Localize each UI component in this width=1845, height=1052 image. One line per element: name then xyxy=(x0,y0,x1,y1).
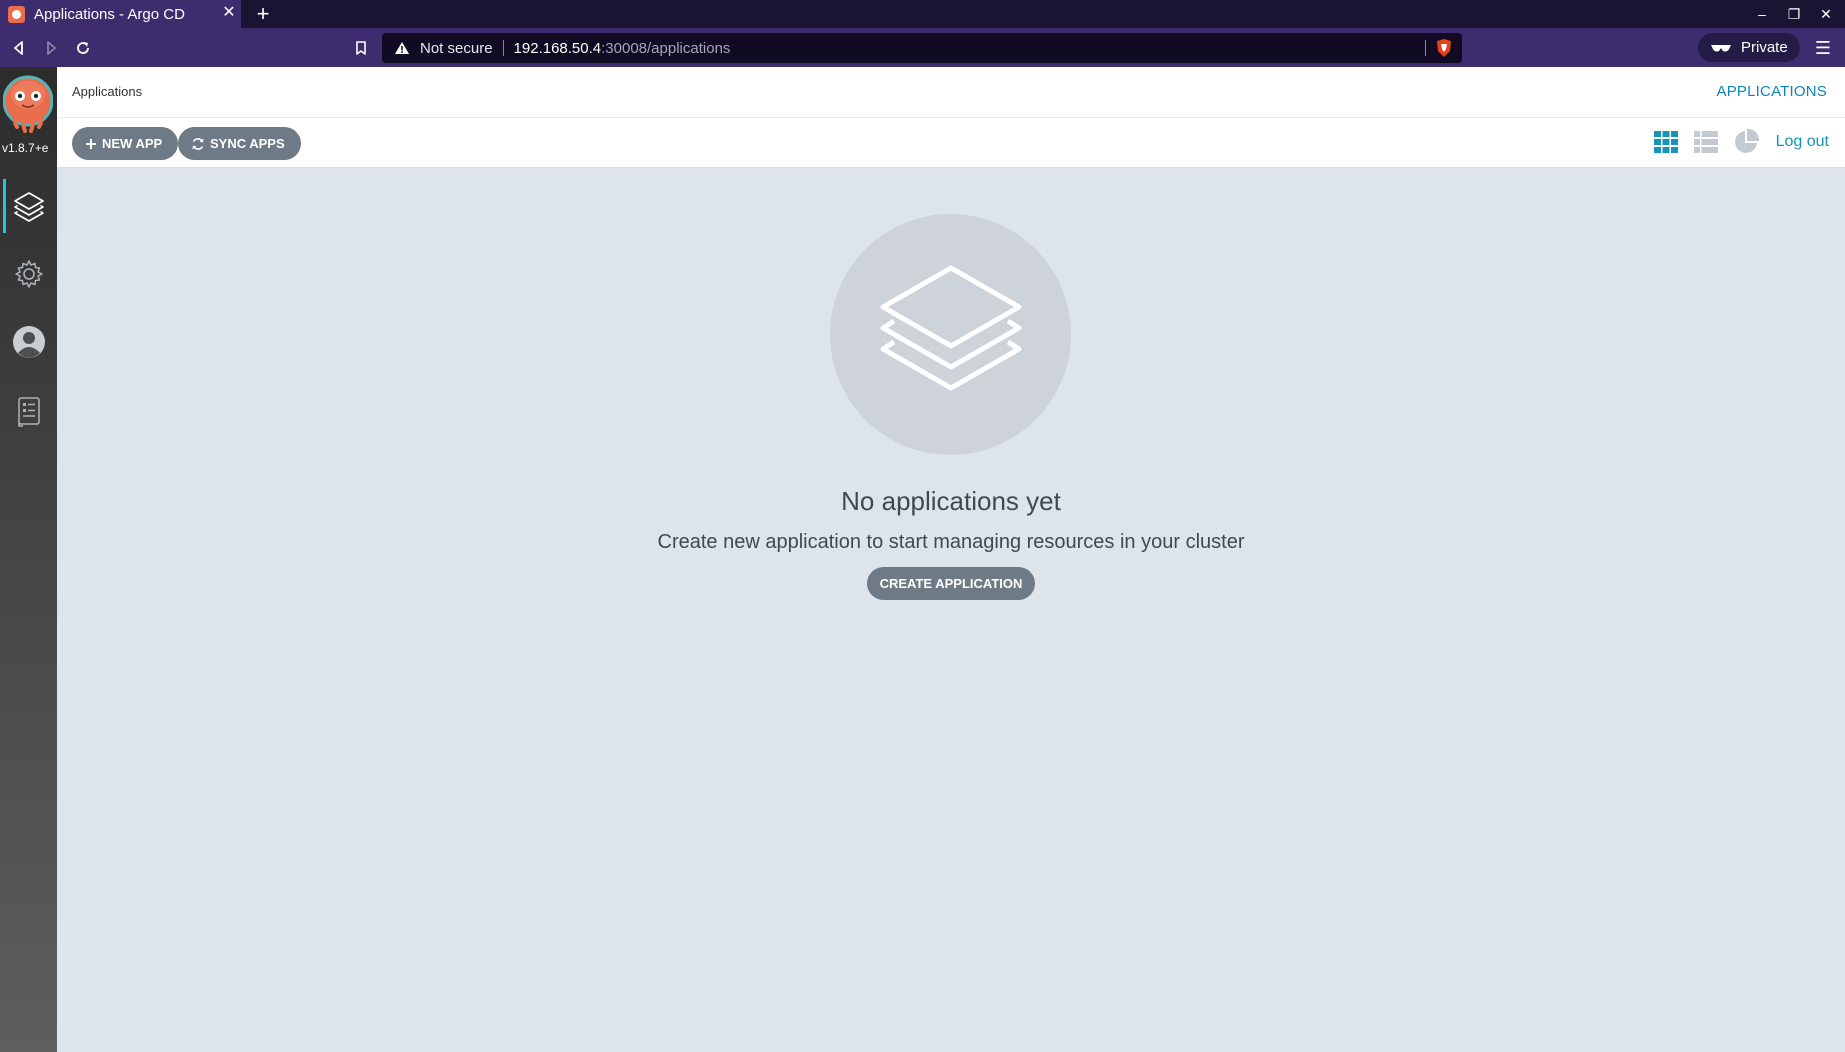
argo-logo-icon[interactable] xyxy=(3,75,53,137)
sync-apps-label: SYNC APPS xyxy=(210,136,285,151)
sidebar-item-user-info[interactable] xyxy=(0,315,57,369)
back-icon[interactable] xyxy=(8,37,30,59)
url-divider-right xyxy=(1425,40,1426,56)
window-restore-button[interactable]: ❐ xyxy=(1783,4,1805,24)
sync-icon xyxy=(192,137,204,150)
browser-toolbar: Not secure 192.168.50.4 :30008/applicati… xyxy=(0,28,1845,67)
bookmark-icon[interactable] xyxy=(350,37,372,59)
list-view-icon[interactable] xyxy=(1692,128,1720,156)
gear-icon xyxy=(14,260,43,288)
tab-title: Applications - Argo CD xyxy=(34,5,185,23)
argo-favicon-icon xyxy=(8,5,25,23)
sidebar-item-applications[interactable] xyxy=(0,179,57,233)
private-label: Private xyxy=(1741,39,1788,56)
layers-icon xyxy=(13,192,44,222)
app-version: v1.8.7+e xyxy=(2,141,49,155)
new-app-label: NEW APP xyxy=(102,136,163,151)
window-close-button[interactable]: ✕ xyxy=(1815,4,1837,24)
url-path: :30008/applications xyxy=(601,39,731,57)
sidebar: v1.8.7+e xyxy=(0,67,57,1052)
layers-icon xyxy=(880,265,1021,391)
reload-icon[interactable] xyxy=(72,37,94,59)
new-app-button[interactable]: NEW APP xyxy=(72,127,179,160)
action-bar: NEW APP SYNC APPS Log out xyxy=(57,118,1845,168)
window-minimize-button[interactable]: – xyxy=(1751,4,1773,24)
sidebar-item-documentation[interactable] xyxy=(0,385,57,439)
browser-menu-button[interactable]: ☰ xyxy=(1812,37,1834,59)
new-tab-button[interactable]: + xyxy=(252,3,274,25)
sync-apps-button[interactable]: SYNC APPS xyxy=(178,127,301,160)
summary-view-icon[interactable] xyxy=(1732,128,1760,156)
empty-state-illustration xyxy=(830,214,1071,455)
page-header: Applications APPLICATIONS xyxy=(57,67,1845,118)
private-glasses-icon xyxy=(1711,44,1731,51)
private-window-badge[interactable]: Private xyxy=(1698,33,1800,62)
address-bar[interactable]: Not secure 192.168.50.4 :30008/applicati… xyxy=(382,33,1462,63)
security-status[interactable]: Not secure xyxy=(420,40,493,57)
empty-state-subtitle: Create new application to start managing… xyxy=(657,531,1245,553)
empty-state-title: No applications yet xyxy=(841,486,1061,516)
sidebar-item-settings[interactable] xyxy=(0,247,57,301)
url-host: 192.168.50.4 xyxy=(513,39,602,57)
forward-icon[interactable] xyxy=(40,37,62,59)
url-divider xyxy=(502,40,504,56)
tiles-view-icon[interactable] xyxy=(1652,128,1680,156)
user-icon xyxy=(12,326,45,358)
logout-link[interactable]: Log out xyxy=(1776,133,1829,151)
warning-icon xyxy=(395,42,409,54)
browser-tab-strip: Applications - Argo CD ✕ + – ❐ ✕ xyxy=(0,0,1845,28)
breadcrumb[interactable]: Applications xyxy=(72,84,142,99)
tab-close-icon[interactable]: ✕ xyxy=(221,5,237,21)
docs-icon xyxy=(17,397,40,427)
brave-shields-icon[interactable] xyxy=(1435,38,1453,58)
plus-icon xyxy=(86,138,96,149)
browser-tab-active[interactable]: Applications - Argo CD ✕ xyxy=(0,0,241,28)
create-application-button[interactable]: CREATE APPLICATION xyxy=(867,567,1035,600)
page-title: APPLICATIONS xyxy=(1716,83,1827,100)
